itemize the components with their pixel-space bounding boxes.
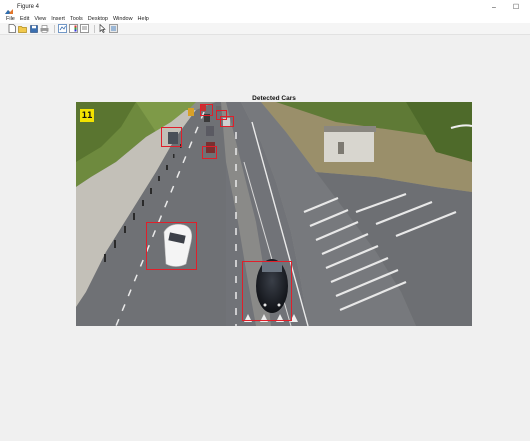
menu-file[interactable]: File [6,16,15,22]
detection-box [200,104,213,116]
new-figure-icon[interactable] [7,24,16,33]
menu-help[interactable]: Help [138,16,149,22]
window-titlebar: Figure 4 – ☐ [0,0,530,15]
menu-tools[interactable]: Tools [70,16,83,22]
menu-desktop[interactable]: Desktop [88,16,108,22]
menu-window[interactable]: Window [113,16,133,22]
frame-counter-badge: 11 [80,109,94,122]
detection-box [242,261,292,321]
save-icon[interactable] [29,24,38,33]
link-plot-icon[interactable] [58,24,67,33]
insert-legend-icon[interactable] [80,24,89,33]
open-file-icon[interactable] [18,24,27,33]
print-icon[interactable] [40,24,49,33]
menu-insert[interactable]: Insert [51,16,65,22]
window-title: Figure 4 [17,4,40,10]
maximize-button[interactable]: ☐ [504,0,528,14]
toolbar-separator [94,24,95,33]
detection-box [146,222,197,270]
detection-box [220,116,234,127]
detection-box [161,127,182,147]
menu-view[interactable]: View [34,16,46,22]
minimize-button[interactable]: – [482,0,506,14]
property-editor-icon[interactable] [109,24,118,33]
pointer-icon[interactable] [98,24,107,33]
detection-box [202,146,217,159]
menu-bar: File Edit View Insert Tools Desktop Wind… [0,14,530,23]
insert-colorbar-icon[interactable] [69,24,78,33]
menu-edit[interactable]: Edit [20,16,29,22]
axes-title: Detected Cars [252,95,296,102]
matlab-icon [5,3,13,15]
figure-toolbar [0,23,530,35]
toolbar-separator [54,24,55,33]
